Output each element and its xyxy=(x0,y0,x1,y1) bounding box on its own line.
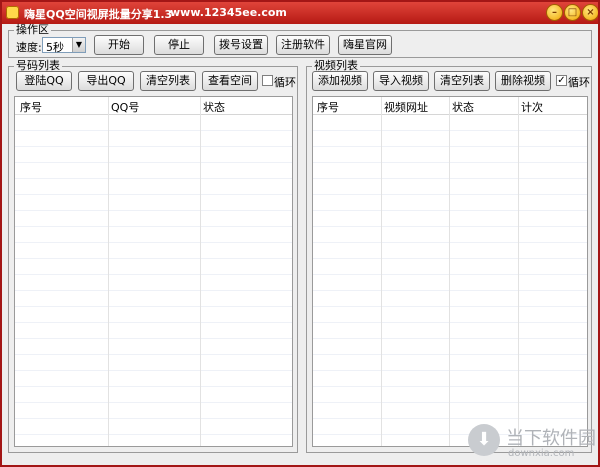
column-header-index[interactable]: 序号 xyxy=(20,99,42,115)
official-site-button[interactable]: 嗨星官网 xyxy=(338,35,392,55)
app-icon xyxy=(6,6,19,19)
stop-button[interactable]: 停止 xyxy=(154,35,204,55)
dial-settings-button[interactable]: 拨号设置 xyxy=(214,35,268,55)
export-qq-button[interactable]: 导出QQ xyxy=(78,71,134,91)
number-list-header: 序号 QQ号 状态 xyxy=(15,97,292,115)
view-space-button[interactable]: 查看空间 xyxy=(202,71,258,91)
check-icon: ✓ xyxy=(557,75,566,86)
column-header-qq[interactable]: QQ号 xyxy=(111,99,139,115)
register-button[interactable]: 注册软件 xyxy=(276,35,330,55)
login-qq-button[interactable]: 登陆QQ xyxy=(16,71,72,91)
video-loop-checkbox[interactable]: ✓ xyxy=(556,75,567,86)
column-header-count[interactable]: 计次 xyxy=(521,99,543,115)
maximize-button[interactable]: □ xyxy=(565,5,580,20)
number-loop-label: 循环 xyxy=(274,76,296,89)
column-header-status[interactable]: 状态 xyxy=(452,99,474,115)
watermark-text: 当下软件园 xyxy=(506,428,596,449)
speed-value: 5秒 xyxy=(46,41,64,54)
close-button[interactable]: × xyxy=(583,5,598,20)
column-divider xyxy=(449,97,450,446)
title-bar[interactable]: 嗨星QQ空间视屏批量分享1.3 www.12345ee.com – □ × xyxy=(2,2,598,24)
video-loop-label: 循环 xyxy=(568,76,590,89)
column-header-index[interactable]: 序号 xyxy=(317,99,339,115)
column-divider xyxy=(381,97,382,446)
column-header-status[interactable]: 状态 xyxy=(203,99,225,115)
video-list-table[interactable]: 序号 视频网址 状态 计次 xyxy=(312,96,588,447)
clear-video-list-button[interactable]: 清空列表 xyxy=(434,71,490,91)
speed-select[interactable]: 5秒 ▼ xyxy=(42,37,86,54)
number-list-table[interactable]: 序号 QQ号 状态 xyxy=(14,96,293,447)
column-divider xyxy=(108,97,109,446)
delete-video-button[interactable]: 删除视频 xyxy=(495,71,551,91)
minimize-button[interactable]: – xyxy=(547,5,562,20)
clear-number-list-button[interactable]: 清空列表 xyxy=(140,71,196,91)
chevron-down-icon[interactable]: ▼ xyxy=(72,38,85,52)
operation-group-title: 操作区 xyxy=(14,23,51,36)
column-divider xyxy=(200,97,201,446)
window-url: www.12345ee.com xyxy=(170,6,287,19)
add-video-button[interactable]: 添加视频 xyxy=(312,71,368,91)
speed-label: 速度: xyxy=(16,41,42,54)
watermark-subtext: downxia.com xyxy=(508,448,575,459)
start-button[interactable]: 开始 xyxy=(94,35,144,55)
window-title: 嗨星QQ空间视屏批量分享1.3 xyxy=(24,8,173,21)
column-divider xyxy=(518,97,519,446)
app-window: 嗨星QQ空间视屏批量分享1.3 www.12345ee.com – □ × 操作… xyxy=(0,0,600,467)
column-header-video-url[interactable]: 视频网址 xyxy=(384,99,428,115)
number-loop-checkbox[interactable] xyxy=(262,75,273,86)
download-arrow-icon: ⬇ xyxy=(468,424,500,456)
import-video-button[interactable]: 导入视频 xyxy=(373,71,429,91)
video-list-header: 序号 视频网址 状态 计次 xyxy=(313,97,587,115)
watermark: ⬇ 当下软件园 downxia.com xyxy=(468,422,598,462)
